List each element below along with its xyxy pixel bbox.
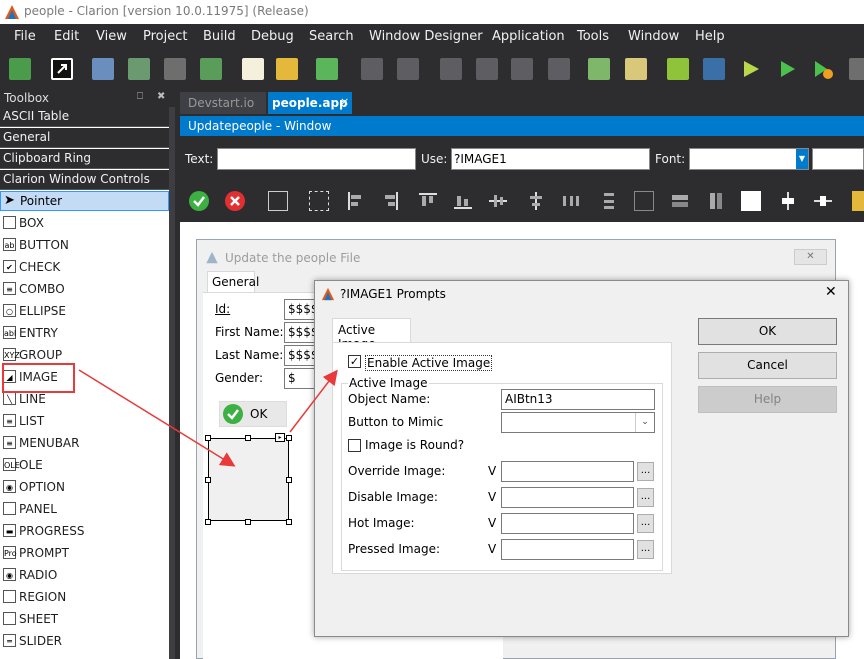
arrow-toolbox-to-image	[78, 369, 236, 467]
arrow-image-to-dialog	[289, 369, 338, 433]
annotation-arrows	[78, 369, 338, 467]
